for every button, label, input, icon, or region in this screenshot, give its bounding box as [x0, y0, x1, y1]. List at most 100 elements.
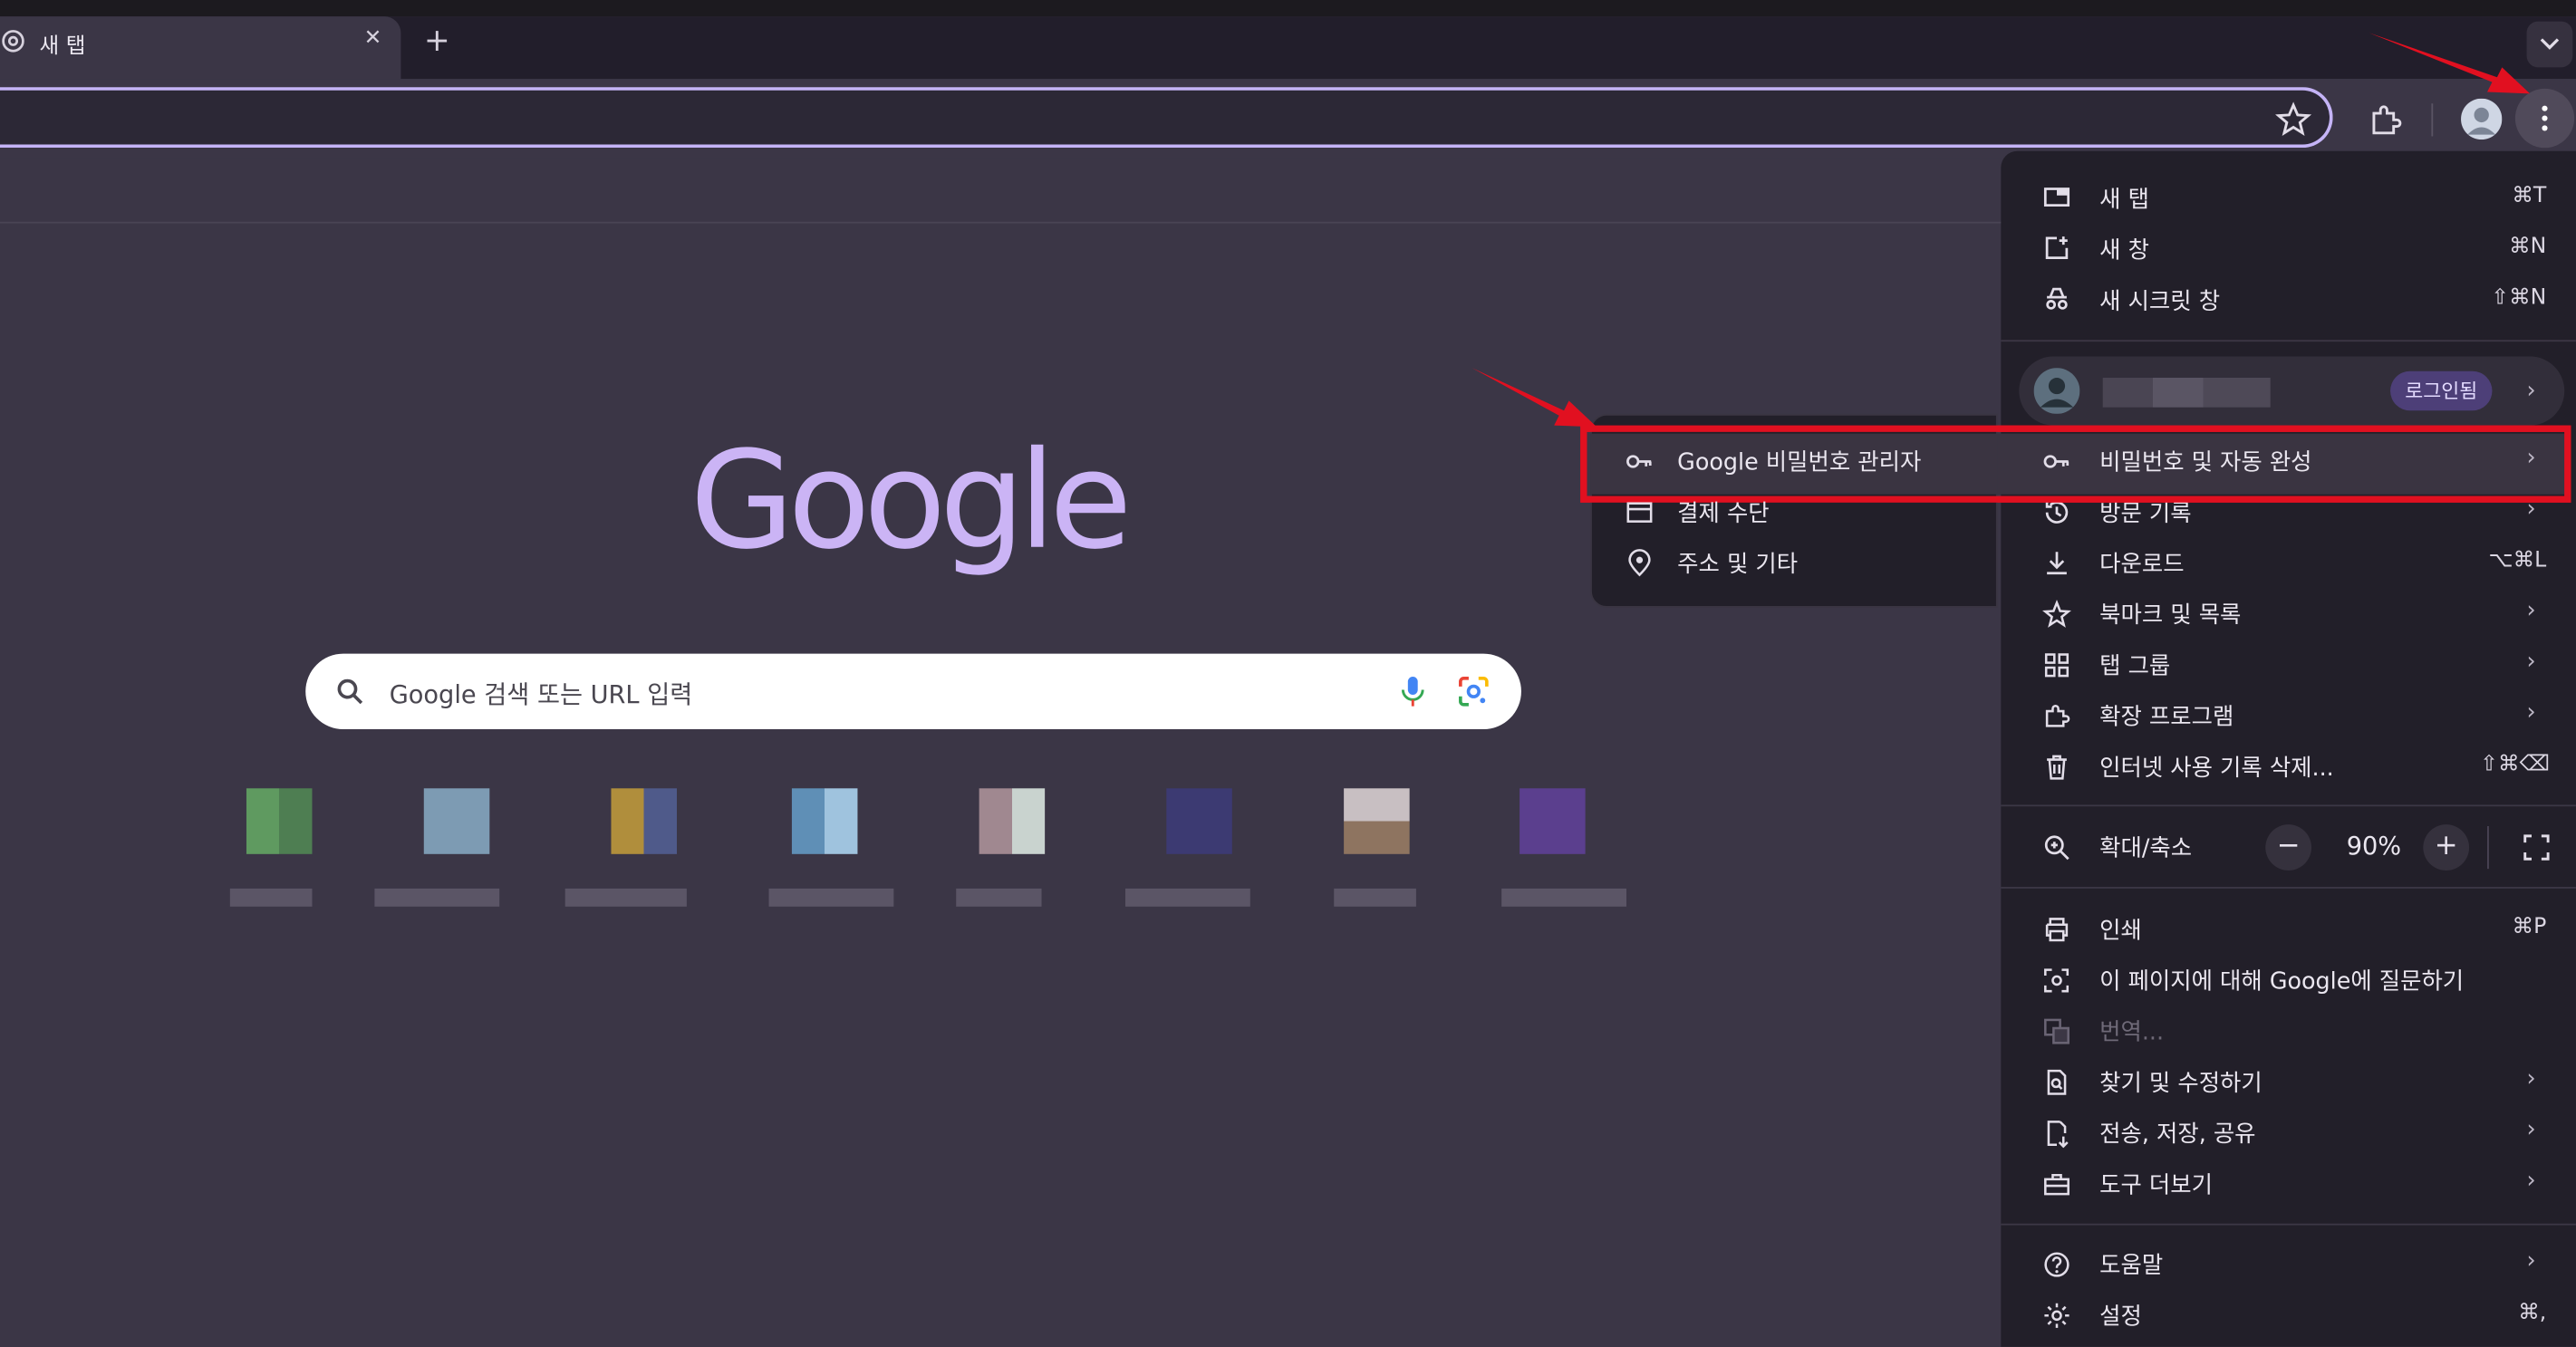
zoom-icon	[2044, 835, 2069, 861]
chevron-right-icon: ›	[2526, 597, 2536, 624]
chevron-down-icon	[2540, 38, 2560, 50]
fullscreen-icon[interactable]	[2522, 832, 2552, 862]
extensions-icon[interactable]	[2366, 101, 2406, 140]
menu-item-zoom: 확대/축소	[2099, 835, 2193, 862]
menu-item-help[interactable]: 도움말	[2099, 1248, 2163, 1281]
tab-title: 새 탭	[39, 34, 86, 60]
shortcut-tile-1[interactable]	[246, 788, 313, 854]
chevron-right-icon: ›	[2526, 1116, 2536, 1143]
google-logo: Google	[690, 423, 1133, 581]
shortcut-tile-7[interactable]	[1344, 788, 1410, 854]
shortcut-tile-2[interactable]	[423, 788, 490, 854]
search-input[interactable]: Google 검색 또는 URL 입력	[390, 677, 693, 711]
menu-item-translate: 번역...	[2099, 1019, 2165, 1046]
star-icon	[2042, 599, 2071, 628]
menu-item-tab-groups[interactable]: 탭 그룹	[2099, 649, 2170, 681]
shortcut-label-8	[1501, 888, 1626, 907]
shortcut-label-1	[229, 888, 313, 907]
menu-item-new-window[interactable]: 새 창	[2099, 233, 2149, 265]
chevron-right-icon: ›	[2526, 649, 2536, 676]
profile-avatar	[2033, 368, 2080, 414]
print-icon	[2045, 918, 2069, 942]
microphone-icon[interactable]	[1400, 675, 1426, 707]
menu-separator	[2001, 887, 2576, 889]
menu-item-find-edit[interactable]: 찾기 및 수정하기	[2099, 1066, 2262, 1099]
menu-item-settings[interactable]: 설정	[2099, 1299, 2142, 1332]
menu-item-downloads[interactable]: 다운로드	[2099, 547, 2184, 580]
chrome-menu-button[interactable]	[2514, 88, 2575, 149]
shortcut-label-5	[956, 888, 1042, 907]
os-top-strip	[0, 0, 2576, 17]
shortcut-downloads: ⌥⌘L	[2488, 548, 2547, 573]
chevron-right-icon: ›	[2526, 1168, 2536, 1195]
menu-item-print[interactable]: 인쇄	[2099, 913, 2142, 946]
settings-gear-icon	[2044, 1303, 2069, 1328]
menu-item-incognito[interactable]: 새 시크릿 창	[2099, 284, 2220, 317]
shortcut-tile-5[interactable]	[979, 788, 1046, 854]
shortcut-new-tab: ⌘T	[2512, 184, 2547, 209]
key-icon	[1626, 455, 1652, 468]
shortcut-tile-3[interactable]	[611, 788, 677, 854]
download-icon	[2047, 552, 2067, 575]
incognito-icon	[2046, 287, 2068, 310]
zoom-out-button[interactable]: −	[2265, 824, 2312, 871]
menu-item-clear-browsing-data[interactable]: 인터넷 사용 기록 삭제...	[2099, 751, 2334, 784]
new-tab-icon	[2043, 188, 2070, 207]
puzzle-icon	[2045, 705, 2070, 727]
shortcut-tile-6[interactable]	[1166, 788, 1232, 854]
close-tab-icon[interactable]: ✕	[360, 24, 386, 54]
translate-icon	[2044, 1018, 2069, 1044]
tab-search-button[interactable]	[2526, 21, 2573, 68]
shortcut-label-3	[564, 888, 687, 907]
avatar[interactable]	[2461, 98, 2503, 140]
chevron-right-icon: ›	[2526, 378, 2536, 405]
bookmark-star-icon[interactable]	[2273, 101, 2313, 140]
search-icon	[337, 678, 363, 705]
submenu-item-password-manager[interactable]: Google 비밀번호 관리자	[1677, 445, 1921, 477]
menu-separator	[2001, 340, 2576, 342]
toolbox-icon	[2044, 1174, 2069, 1196]
menu-item-bookmarks[interactable]: 북마크 및 목록	[2099, 598, 2241, 630]
menu-item-cast-save-share[interactable]: 전송, 저장, 공유	[2099, 1117, 2255, 1150]
google-lens-icon[interactable]	[1457, 675, 1490, 707]
share-icon	[2047, 1121, 2069, 1149]
menu-item-ask-google[interactable]: 이 페이지에 대해 Google에 질문하기	[2099, 964, 2464, 996]
submenu-item-payment-methods[interactable]: 결제 수단	[1677, 496, 1770, 529]
shortcut-label-4	[768, 888, 894, 907]
shortcut-new-window: ⌘N	[2509, 235, 2547, 260]
shortcut-label-2	[374, 888, 500, 907]
chevron-right-icon: ›	[2526, 1247, 2536, 1275]
zoom-level: 90%	[2346, 831, 2402, 861]
submenu-item-addresses[interactable]: 주소 및 기타	[1677, 547, 1798, 580]
zoom-divider	[2487, 825, 2489, 870]
new-window-icon	[2045, 236, 2069, 260]
shortcut-clear-data: ⇧⌘⌫	[2480, 752, 2550, 777]
shortcut-settings: ⌘,	[2518, 1300, 2547, 1326]
shortcut-print: ⌘P	[2512, 914, 2547, 940]
credit-card-icon	[1626, 502, 1653, 523]
shortcut-incognito: ⇧⌘N	[2491, 285, 2547, 311]
menu-item-extensions[interactable]: 확장 프로그램	[2099, 699, 2233, 732]
menu-separator	[2001, 804, 2576, 807]
more-vert-icon	[2542, 105, 2548, 131]
shortcut-label-7	[1334, 888, 1416, 907]
new-tab-button[interactable]: +	[420, 23, 453, 59]
lens-ask-icon	[2044, 968, 2069, 993]
profile-name-redacted	[2102, 378, 2271, 408]
address-bar[interactable]	[0, 87, 2333, 149]
tab-groups-icon	[2044, 653, 2069, 678]
shortcut-tile-4[interactable]	[791, 788, 858, 854]
menu-item-more-tools[interactable]: 도구 더보기	[2099, 1168, 2213, 1200]
arrow-to-submenu-icon	[1471, 368, 1597, 428]
login-status-badge: 로그인됨	[2390, 370, 2493, 411]
chrome-icon	[2, 30, 24, 53]
zoom-in-button[interactable]: +	[2423, 824, 2470, 871]
menu-item-new-tab[interactable]: 새 탭	[2099, 182, 2149, 215]
trash-icon	[2047, 755, 2067, 780]
chrome-menu	[2001, 150, 2576, 1347]
shortcut-tile-8[interactable]	[1520, 788, 1586, 854]
toolbar-divider	[2431, 103, 2434, 137]
help-icon	[2044, 1252, 2069, 1277]
chevron-right-icon: ›	[2526, 1065, 2536, 1092]
find-icon	[2047, 1069, 2067, 1095]
